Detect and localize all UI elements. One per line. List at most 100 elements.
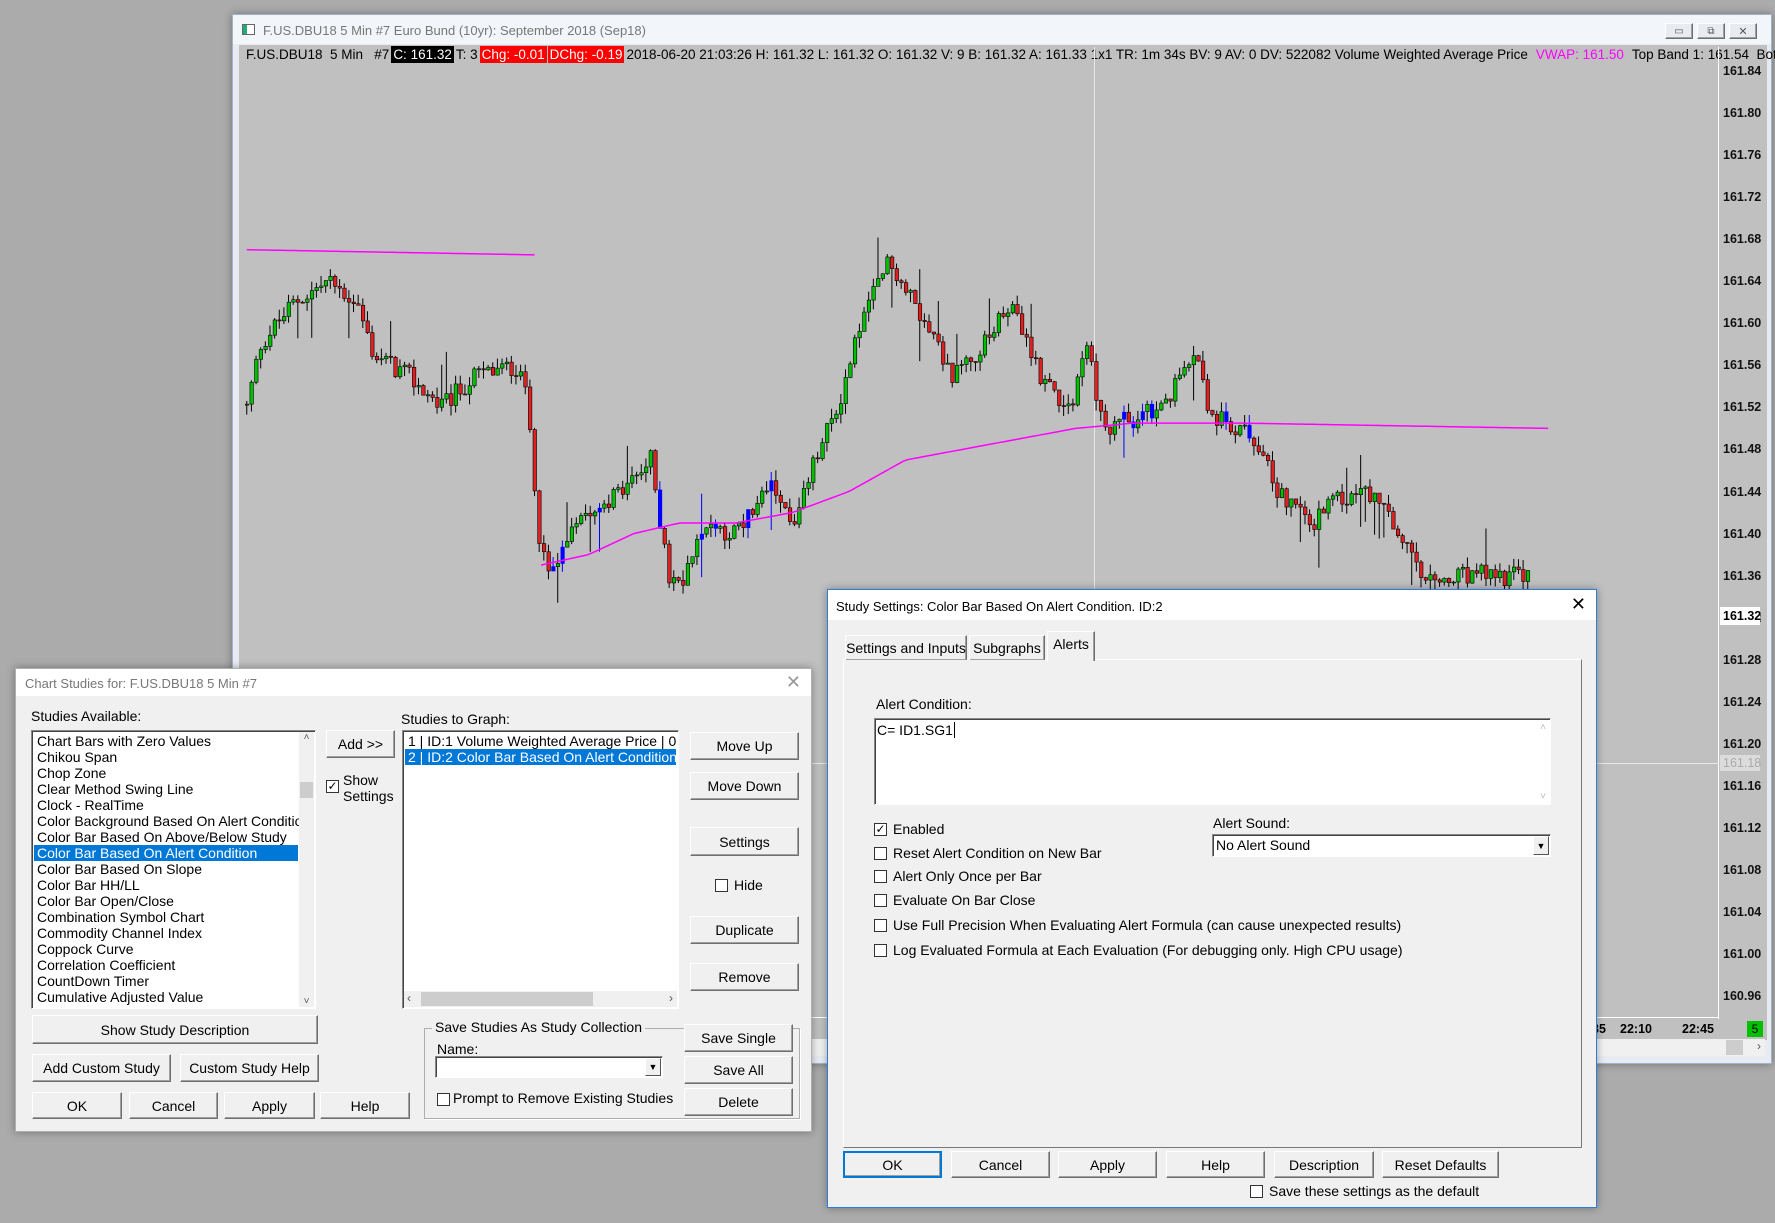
study-available-item[interactable]: Cumulative Adjusted Value [34,989,298,1005]
add-study-button[interactable]: Add >> [326,730,395,758]
save-default-checkbox[interactable] [1250,1185,1263,1198]
show-settings-checkbox[interactable]: ✓ [326,780,339,793]
studies-available-scrollbar[interactable]: ˄ ˅ [299,732,314,1007]
candle-body [1284,488,1289,508]
scroll-right-arrow[interactable]: › [669,991,673,1005]
option-checkbox[interactable] [874,944,887,957]
minimize-button[interactable]: ▭ [1665,23,1693,39]
study-settings-title-bar[interactable]: Study Settings: Color Bar Based On Alert… [828,590,1596,620]
tab-subgraphs[interactable]: Subgraphs [969,635,1045,660]
study-available-item[interactable]: Color Bar Based On Slope [34,861,298,877]
tab-alerts[interactable]: Alerts [1047,631,1095,661]
save-single-button[interactable]: Save Single [684,1024,793,1052]
close-icon[interactable]: ✕ [1571,594,1586,615]
scrollbar-thumb[interactable] [1726,1040,1743,1055]
scroll-right-arrow[interactable]: › [1757,1039,1761,1053]
candle-body [1386,503,1391,512]
custom-study-help-button[interactable]: Custom Study Help [180,1054,319,1082]
candle-body [1071,403,1076,406]
study-available-item[interactable]: Commodity Channel Index [34,925,298,941]
alert-sound-select[interactable]: No Alert Sound ▼ [1212,834,1551,857]
help-button[interactable]: Help [1166,1151,1265,1178]
scrollbar-thumb[interactable] [300,782,313,798]
candle-body [1349,493,1354,505]
option-checkbox[interactable] [874,919,887,932]
move-up-button[interactable]: Move Up [690,732,799,760]
scroll-left-arrow[interactable]: ‹ [407,991,411,1005]
chart-studies-title-bar[interactable]: Chart Studies for: F.US.DBU18 5 Min #7 ✕ [16,669,811,696]
delete-button[interactable]: Delete [684,1088,793,1116]
scroll-down-arrow[interactable]: ˅ [299,996,314,1007]
scrollbar-thumb[interactable] [421,992,593,1006]
add-custom-study-button[interactable]: Add Custom Study [32,1054,171,1082]
study-available-item[interactable]: Chop Zone [34,765,298,781]
study-available-item[interactable]: Clear Method Swing Line [34,781,298,797]
apply-button[interactable]: Apply [1058,1151,1157,1178]
candle-body [509,361,514,376]
study-available-item[interactable]: Color Bar HH/LL [34,877,298,893]
scroll-up-arrow[interactable]: ˄ [299,732,314,743]
ok-button[interactable]: OK [32,1092,122,1119]
apply-button[interactable]: Apply [224,1092,315,1119]
study-available-item[interactable]: Chart Bars with Zero Values [34,733,298,749]
duplicate-button[interactable]: Duplicate [690,916,799,944]
tab-settings-and-inputs[interactable]: Settings and Inputs [845,635,967,660]
study-available-item[interactable]: Chikou Span [34,749,298,765]
candle-body [857,331,862,339]
candle-body [1159,402,1164,411]
candle-body [787,507,793,522]
save-all-button[interactable]: Save All [684,1056,793,1084]
cancel-button[interactable]: Cancel [951,1151,1050,1178]
candle-body [1010,304,1015,314]
candle-body [848,363,853,378]
study-to-graph-item[interactable]: 2 | ID:2 Color Bar Based On Alert Condit… [405,749,678,765]
candle-body [1112,421,1117,435]
alert-condition-textarea[interactable]: C= ID1.SG1 ˄ ˅ [874,718,1551,805]
study-to-graph-item[interactable]: 1 | ID:1 Volume Weighted Average Price |… [405,733,678,749]
move-down-button[interactable]: Move Down [690,772,799,800]
study-available-item[interactable]: Color Bar Open/Close [34,893,298,909]
dropdown-arrow-icon[interactable]: ▼ [645,1058,661,1076]
prompt-remove-checkbox[interactable] [437,1093,450,1106]
alert-sound-label: Alert Sound: [1213,815,1291,831]
study-available-item[interactable]: Combination Symbol Chart [34,909,298,925]
option-checkbox[interactable]: ✓ [874,823,887,836]
scroll-up-arrow[interactable]: ˄ [1540,722,1546,733]
studies-available-list[interactable]: Chart Bars with Zero Values Chikou Span Ch… [31,730,316,1009]
option-checkbox[interactable] [874,847,887,860]
close-icon[interactable]: ✕ [786,672,801,693]
studies-to-graph-hscrollbar[interactable]: ‹ › [404,991,677,1007]
study-available-item[interactable]: Color Bar Based On Above/Below Study [34,829,298,845]
option-checkbox[interactable] [874,894,887,907]
chart-title-bar[interactable]: F.US.DBU18 5 Min #7 Euro Bund (10yr): Se… [233,15,1771,44]
description-button[interactable]: Description [1274,1151,1374,1178]
study-available-item[interactable]: Coppock Curve [34,941,298,957]
maximize-button[interactable]: ⧉ [1697,23,1725,39]
settings-button[interactable]: Settings [690,827,799,856]
show-study-description-button[interactable]: Show Study Description [32,1015,318,1044]
dropdown-arrow-icon[interactable]: ▼ [1533,836,1549,855]
study-available-item[interactable]: CountDown Timer [34,973,298,989]
hide-checkbox[interactable] [715,879,728,892]
candle-body [1377,492,1382,504]
option-checkbox[interactable] [874,870,887,883]
candle-body [282,316,287,322]
candle-body [1321,508,1326,514]
cancel-button[interactable]: Cancel [129,1092,218,1119]
help-button[interactable]: Help [320,1092,410,1119]
candle-body [890,256,895,269]
collection-name-combo[interactable]: ▼ [435,1056,663,1078]
remove-button[interactable]: Remove [690,963,799,991]
close-button[interactable]: ✕ [1729,23,1757,39]
candle-body [685,563,690,586]
reset-defaults-button[interactable]: Reset Defaults [1382,1151,1499,1178]
study-available-item[interactable]: Clock - RealTime [34,797,298,813]
study-available-item[interactable]: Color Bar Based On Alert Condition [34,845,298,861]
studies-to-graph-list[interactable]: 1 | ID:1 Volume Weighted Average Price |… [402,730,679,1009]
study-available-item[interactable]: Color Background Based On Alert Conditio… [34,813,310,829]
price-label: 161.24 [1723,694,1762,709]
candle-body [597,507,602,513]
study-available-item[interactable]: Correlation Coefficient [34,957,298,973]
ok-button[interactable]: OK [843,1151,942,1178]
scroll-down-arrow[interactable]: ˅ [1540,791,1546,802]
